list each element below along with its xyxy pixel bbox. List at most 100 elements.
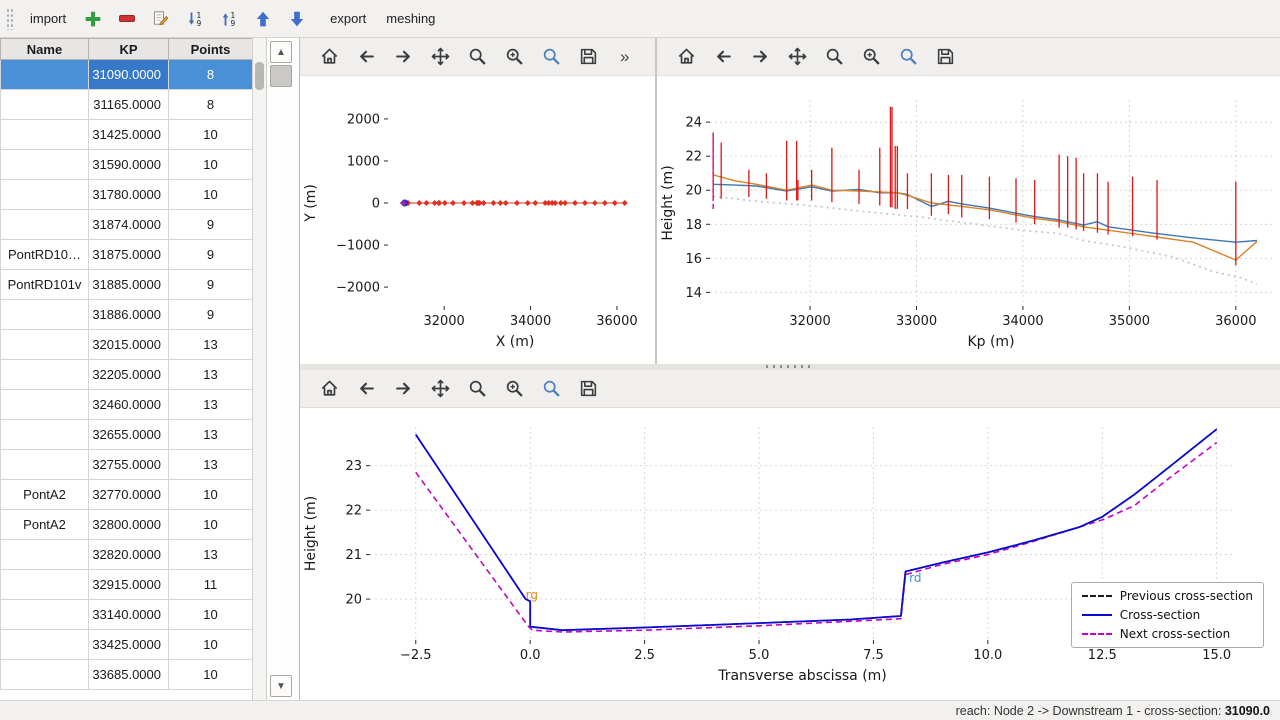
toolbar-overflow-chevron[interactable]: » — [620, 47, 629, 67]
table-cell-name[interactable]: PontRD101v — [1, 270, 89, 300]
table-row[interactable]: PontA232800.000010 — [1, 510, 253, 540]
zoom-in-button[interactable] — [499, 42, 529, 72]
table-row[interactable]: 31425.000010 — [1, 120, 253, 150]
table-row[interactable]: PontRD101v31885.00009 — [1, 270, 253, 300]
table-row[interactable]: PontA232770.000010 — [1, 480, 253, 510]
table-row[interactable]: 31874.00009 — [1, 210, 253, 240]
table-row[interactable]: 33140.000010 — [1, 600, 253, 630]
table-cell-name[interactable] — [1, 630, 89, 660]
table-cell-points[interactable]: 13 — [169, 540, 253, 570]
pan-button[interactable] — [425, 42, 455, 72]
back-button[interactable] — [351, 42, 381, 72]
save-button[interactable] — [573, 42, 603, 72]
table-row[interactable]: 31090.00008 — [1, 60, 253, 90]
table-cell-points[interactable]: 13 — [169, 360, 253, 390]
table-row[interactable]: 32915.000011 — [1, 570, 253, 600]
table-row[interactable]: 32655.000013 — [1, 420, 253, 450]
move-down-button[interactable] — [282, 4, 312, 34]
export-button[interactable]: export — [322, 7, 374, 30]
table-cell-name[interactable] — [1, 210, 89, 240]
home-button[interactable] — [314, 42, 344, 72]
table-cell-kp[interactable]: 32800.0000 — [89, 510, 169, 540]
table-cell-points[interactable]: 11 — [169, 570, 253, 600]
table-cell-kp[interactable]: 33140.0000 — [89, 600, 169, 630]
remove-cross-section-button[interactable] — [112, 4, 142, 34]
table-cell-points[interactable]: 13 — [169, 390, 253, 420]
plan-view-chart[interactable]: 320003400036000200010000−1000−2000X (m)Y… — [300, 76, 655, 364]
table-cell-kp[interactable]: 31780.0000 — [89, 180, 169, 210]
table-scrollbar-thumb[interactable] — [255, 62, 264, 90]
home-button[interactable] — [671, 42, 701, 72]
table-cell-name[interactable] — [1, 390, 89, 420]
zoom-button[interactable] — [462, 374, 492, 404]
table-row[interactable]: PontRD10…31875.00009 — [1, 240, 253, 270]
table-cell-points[interactable]: 13 — [169, 330, 253, 360]
forward-button[interactable] — [745, 42, 775, 72]
table-cell-name[interactable] — [1, 570, 89, 600]
meshing-button[interactable]: meshing — [378, 7, 443, 30]
table-cell-points[interactable]: 10 — [169, 660, 253, 690]
table-row[interactable]: 31165.00008 — [1, 90, 253, 120]
sort-ascending-button[interactable]: 1 9 — [214, 4, 244, 34]
table-cell-kp[interactable]: 33425.0000 — [89, 630, 169, 660]
forward-button[interactable] — [388, 42, 418, 72]
table-cell-kp[interactable]: 31165.0000 — [89, 90, 169, 120]
import-button[interactable]: import — [22, 7, 74, 30]
table-cell-kp[interactable]: 31090.0000 — [89, 60, 169, 90]
table-row[interactable]: 31886.00009 — [1, 300, 253, 330]
table-cell-points[interactable]: 10 — [169, 600, 253, 630]
table-cell-points[interactable]: 8 — [169, 90, 253, 120]
table-cell-kp[interactable]: 31590.0000 — [89, 150, 169, 180]
zoom-region-button[interactable] — [536, 374, 566, 404]
home-button[interactable] — [314, 374, 344, 404]
back-button[interactable] — [351, 374, 381, 404]
table-cell-kp[interactable]: 31875.0000 — [89, 240, 169, 270]
table-row[interactable]: 32460.000013 — [1, 390, 253, 420]
table-row[interactable]: 32755.000013 — [1, 450, 253, 480]
table-row[interactable]: 33425.000010 — [1, 630, 253, 660]
table-cell-kp[interactable]: 32460.0000 — [89, 390, 169, 420]
table-cell-name[interactable] — [1, 180, 89, 210]
panel-scrollbar-thumb[interactable] — [270, 65, 292, 87]
table-row[interactable]: 32820.000013 — [1, 540, 253, 570]
table-row[interactable]: 31590.000010 — [1, 150, 253, 180]
horizontal-splitter[interactable] — [300, 364, 1280, 370]
table-row[interactable]: 32205.000013 — [1, 360, 253, 390]
table-cell-points[interactable]: 9 — [169, 240, 253, 270]
back-button[interactable] — [708, 42, 738, 72]
move-up-button[interactable] — [248, 4, 278, 34]
zoom-button[interactable] — [819, 42, 849, 72]
table-cell-points[interactable]: 10 — [169, 150, 253, 180]
zoom-region-button[interactable] — [536, 42, 566, 72]
table-cell-name[interactable]: PontA2 — [1, 510, 89, 540]
table-cell-kp[interactable]: 33685.0000 — [89, 660, 169, 690]
cross-section-table[interactable]: NameKPPoints 31090.0000831165.0000831425… — [0, 38, 252, 690]
zoom-in-button[interactable] — [499, 374, 529, 404]
toolbar-grip[interactable] — [6, 8, 14, 30]
table-cell-name[interactable]: PontRD10… — [1, 240, 89, 270]
table-cell-kp[interactable]: 32820.0000 — [89, 540, 169, 570]
table-cell-kp[interactable]: 32205.0000 — [89, 360, 169, 390]
scroll-up-button[interactable]: ▲ — [270, 41, 292, 63]
table-cell-kp[interactable]: 32915.0000 — [89, 570, 169, 600]
cross-section-chart[interactable]: Previous cross-sectionCross-sectionNext … — [300, 408, 1280, 700]
table-cell-points[interactable]: 9 — [169, 210, 253, 240]
table-cell-points[interactable]: 10 — [169, 630, 253, 660]
table-cell-kp[interactable]: 31885.0000 — [89, 270, 169, 300]
table-cell-kp[interactable]: 32015.0000 — [89, 330, 169, 360]
table-cell-points[interactable]: 9 — [169, 270, 253, 300]
table-cell-kp[interactable]: 32655.0000 — [89, 420, 169, 450]
table-cell-kp[interactable]: 31886.0000 — [89, 300, 169, 330]
table-cell-name[interactable] — [1, 330, 89, 360]
pan-button[interactable] — [782, 42, 812, 72]
table-cell-points[interactable]: 8 — [169, 60, 253, 90]
column-header-name[interactable]: Name — [1, 39, 89, 60]
scroll-down-button[interactable]: ▼ — [270, 675, 292, 697]
table-scrollbar[interactable] — [252, 38, 267, 700]
column-header-points[interactable]: Points — [169, 39, 253, 60]
longitudinal-profile-chart[interactable]: 3200033000340003500036000242220181614Kp … — [657, 76, 1280, 364]
zoom-region-button[interactable] — [893, 42, 923, 72]
table-row[interactable]: 33685.000010 — [1, 660, 253, 690]
table-cell-name[interactable] — [1, 360, 89, 390]
table-cell-name[interactable] — [1, 450, 89, 480]
